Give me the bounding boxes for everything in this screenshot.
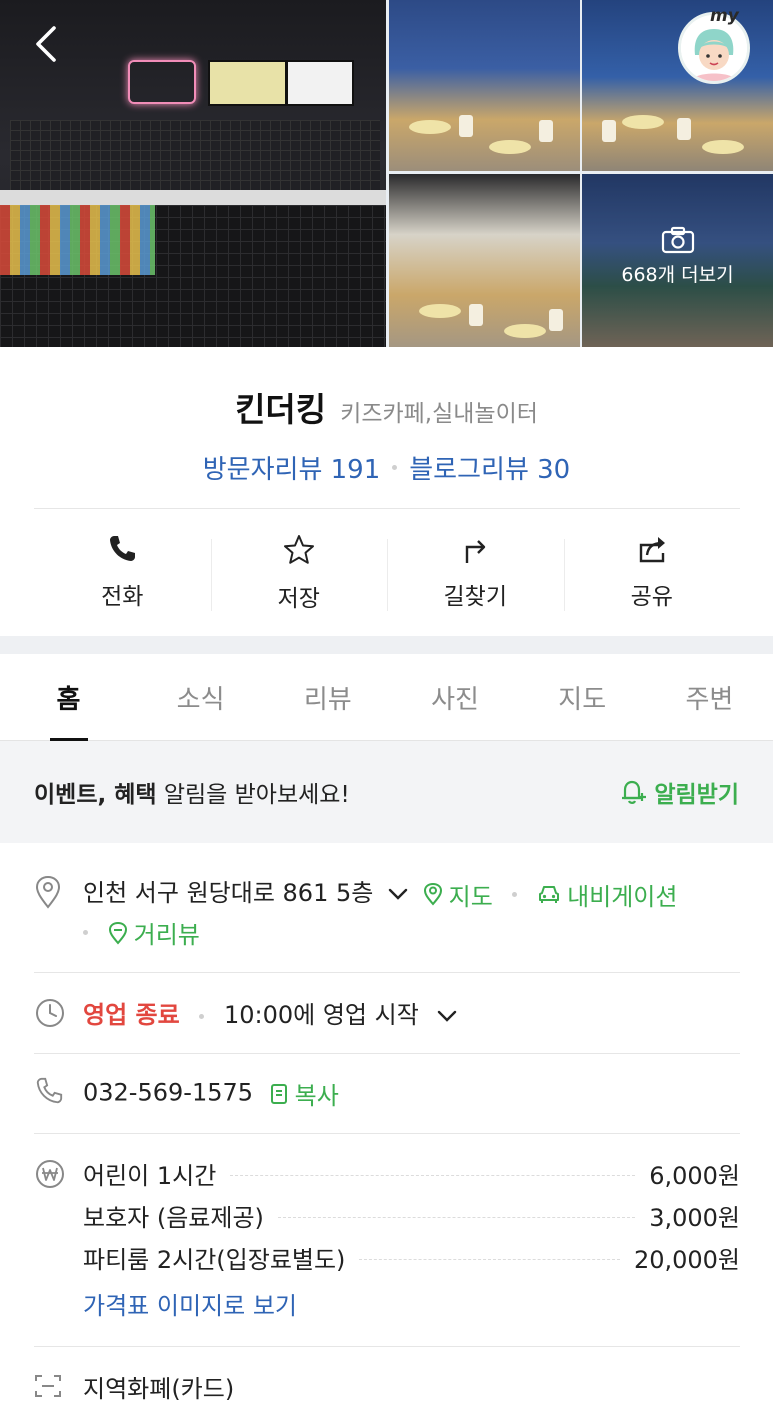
directions-icon [466, 540, 486, 563]
photo-thumb[interactable] [582, 0, 773, 171]
separator-dot [392, 465, 398, 470]
tab-news[interactable]: 소식 [137, 654, 264, 740]
notice-bold: 이벤트, 혜택 [34, 782, 157, 808]
photo-gallery[interactable]: 668개 더보기 my [0, 0, 773, 347]
call-label: 전화 [101, 584, 144, 610]
photo-thumb[interactable] [389, 174, 580, 347]
price-item-value: 6,000원 [649, 1161, 740, 1190]
address-section: 인천 서구 원당대로 861 5층 지도 내비게이션 거리뷰 [34, 843, 740, 973]
location-pin-icon [423, 882, 442, 906]
won-currency-icon [36, 1160, 64, 1188]
notice-message: 이벤트, 혜택 알림을 받아보세요! [34, 775, 350, 809]
more-photos-label: 668개 더보기 [621, 264, 734, 286]
save-label: 저장 [277, 586, 320, 612]
back-button[interactable] [28, 22, 68, 66]
card-scan-icon [35, 1375, 61, 1397]
street-view-icon [108, 921, 127, 945]
action-bar: 전화 저장 길찾기 공유 [34, 508, 740, 637]
price-item-name: 어린이 1시간 [83, 1161, 217, 1190]
copy-label: 복사 [294, 1082, 339, 1110]
clock-icon [36, 999, 64, 1027]
street-view-label: 거리뷰 [133, 921, 200, 949]
price-image-link[interactable]: 가격표 이미지로 보기 [83, 1286, 740, 1321]
call-button[interactable]: 전화 [34, 509, 211, 637]
chevron-down-icon[interactable] [387, 887, 409, 901]
map-link[interactable]: 지도 [423, 877, 493, 912]
price-section: 어린이 1시간 6,000원 보호자 (음료제공) 3,000원 파티룸 2시간… [34, 1134, 740, 1347]
street-view-link[interactable]: 거리뷰 [108, 915, 200, 950]
price-item: 어린이 1시간 6,000원 [83, 1152, 740, 1194]
price-item: 보호자 (음료제공) 3,000원 [83, 1194, 740, 1236]
phone-icon [36, 1077, 63, 1104]
star-icon [283, 535, 314, 564]
tab-map[interactable]: 지도 [519, 654, 646, 740]
payment-section: 지역화폐(카드) [34, 1347, 740, 1424]
price-item-value: 20,000원 [633, 1245, 740, 1274]
payment-method: 지역화폐(카드) [83, 1375, 235, 1403]
map-link-label: 지도 [448, 882, 493, 911]
copy-icon [270, 1083, 287, 1104]
tab-home[interactable]: 홈 [0, 654, 137, 741]
price-item: 파티룸 2시간(입장료별도) 20,000원 [83, 1236, 740, 1278]
directions-label: 길찾기 [443, 584, 507, 610]
separator-dot [512, 891, 518, 897]
price-item-name: 보호자 (음료제공) [83, 1203, 264, 1232]
blog-reviews-link[interactable]: 블로그리뷰 30 [409, 449, 570, 486]
chevron-down-icon[interactable] [436, 1009, 458, 1023]
share-icon [639, 537, 665, 563]
visitor-reviews-link[interactable]: 방문자리뷰 191 [203, 449, 381, 486]
photo-thumb[interactable] [389, 0, 580, 171]
chevron-left-icon [36, 26, 56, 62]
camera-icon [661, 226, 694, 254]
my-badge: my [710, 6, 739, 26]
business-status: 영업 종료 [83, 1001, 180, 1029]
next-open-time[interactable]: 10:00에 영업 시작 [224, 1001, 419, 1029]
tab-reviews[interactable]: 리뷰 [264, 654, 391, 740]
separator-dot [83, 930, 88, 935]
place-header: 킨더킹 키즈카페,실내놀이터 방문자리뷰 191 블로그리뷰 30 [0, 347, 773, 486]
bell-plus-icon [622, 780, 647, 804]
event-notice-banner: 이벤트, 혜택 알림을 받아보세요! 알림받기 [0, 741, 773, 843]
phone-icon [110, 536, 136, 561]
location-pin-icon [35, 875, 61, 909]
address-text[interactable]: 인천 서구 원당대로 861 5층 [83, 879, 373, 907]
more-photos-button[interactable]: 668개 더보기 [582, 226, 773, 287]
car-icon [539, 886, 560, 903]
place-category: 키즈카페,실내놀이터 [340, 401, 538, 427]
navigation-link[interactable]: 내비게이션 [537, 877, 677, 912]
notice-text: 알림을 받아보세요! [156, 782, 350, 808]
hours-section: 영업 종료 10:00에 영업 시작 [34, 973, 740, 1054]
navigation-link-label: 내비게이션 [567, 882, 678, 911]
subscribe-alert-button[interactable]: 알림받기 [618, 775, 739, 809]
place-name: 킨더킹 [235, 390, 327, 429]
tab-photos[interactable]: 사진 [391, 654, 518, 740]
save-button[interactable]: 저장 [210, 509, 388, 637]
price-item-value: 3,000원 [649, 1203, 740, 1232]
price-item-name: 파티룸 2시간(입장료별도) [83, 1245, 346, 1274]
section-divider [0, 636, 773, 654]
share-button[interactable]: 공유 [563, 509, 741, 637]
directions-button[interactable]: 길찾기 [387, 509, 564, 637]
copy-phone-button[interactable]: 복사 [269, 1076, 339, 1111]
share-label: 공유 [630, 584, 673, 610]
tab-nearby[interactable]: 주변 [646, 654, 773, 740]
tab-bar: 홈 소식 리뷰 사진 지도 주변 [0, 654, 773, 741]
phone-number[interactable]: 032-569-1575 [83, 1079, 253, 1107]
subscribe-alert-label: 알림받기 [654, 782, 739, 808]
separator-dot [199, 1013, 205, 1019]
review-links: 방문자리뷰 191 블로그리뷰 30 [0, 449, 773, 486]
phone-section: 032-569-1575 복사 [34, 1054, 740, 1134]
